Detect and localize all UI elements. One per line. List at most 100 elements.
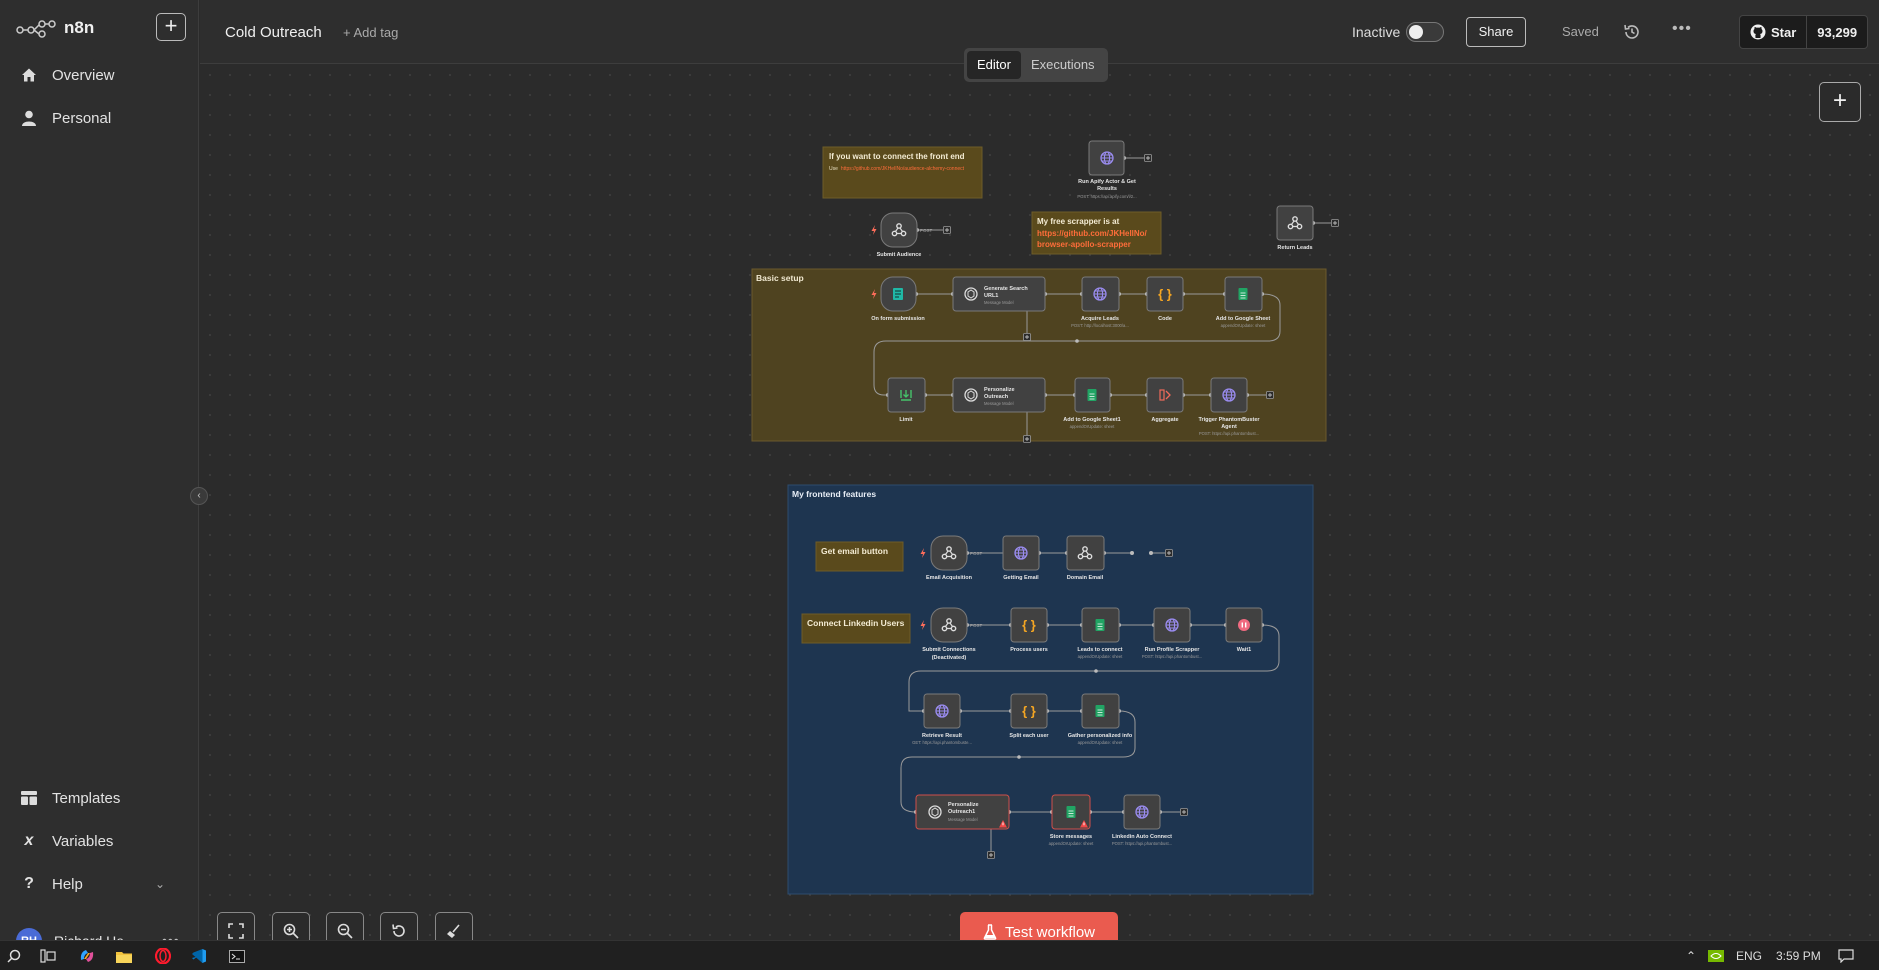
language-indicator[interactable]: ENG xyxy=(1736,949,1762,963)
node-label: Run Profile Scrapper xyxy=(1145,647,1201,653)
github-star-widget[interactable]: Star 93,299 xyxy=(1739,15,1869,49)
sidebar-collapse-button[interactable]: ‹ xyxy=(190,487,208,505)
node-label: Retrieve Result xyxy=(922,733,962,739)
workflow-canvas[interactable]: + { } Basic setup My frontend features xyxy=(200,65,1879,940)
node-return-leads[interactable]: Return Leads xyxy=(1276,205,1314,251)
zoom-out-icon xyxy=(337,923,353,939)
terminal-icon[interactable] xyxy=(227,946,247,966)
history-icon[interactable] xyxy=(1622,22,1642,42)
node-personalize-outreach-1[interactable]: Personalize Outreach1 Message Model xyxy=(915,794,1010,830)
node-label: Return Leads xyxy=(1277,245,1312,251)
node-subtitle: Message Model xyxy=(984,300,1014,305)
vscode-icon[interactable] xyxy=(189,946,209,966)
node-subtitle: POST: https://api.phantombust... xyxy=(1199,431,1259,436)
node-subtitle: appendOrUpdate: sheet xyxy=(1070,424,1116,429)
sidebar-item-label: Variables xyxy=(52,832,114,850)
node-run-apify-actor[interactable]: Run Apify Actor & Get Results POST: http… xyxy=(1077,140,1137,199)
group-title-basic-setup: Basic setup xyxy=(756,273,804,283)
node-label: On form submission xyxy=(871,316,925,322)
node-store-messages[interactable]: Store messages appendOrUpdate: sheet xyxy=(1049,794,1095,846)
sidebar-add-button[interactable]: + xyxy=(156,13,186,41)
brand-name: n8n xyxy=(64,18,95,37)
sidebar-item-label: Help xyxy=(52,875,83,893)
sidebar-item-label: Personal xyxy=(52,109,112,127)
node-generate-search-url[interactable]: Generate Search URL1 Message Model xyxy=(952,276,1046,312)
node-subtitle: Message Model xyxy=(984,401,1014,406)
webhook-method-label: POST xyxy=(970,623,983,628)
active-toggle[interactable] xyxy=(1406,22,1444,42)
node-label: Code xyxy=(1158,316,1172,322)
file-explorer-icon[interactable] xyxy=(114,946,134,966)
node-subtitle: Message Model xyxy=(948,817,978,822)
note-link: https://github.com/JKHeIlNo/ xyxy=(1037,229,1148,238)
node-label: Aggregate xyxy=(1151,417,1178,423)
node-domain-email[interactable]: Domain Email xyxy=(1066,535,1105,581)
github-star-button[interactable]: Star xyxy=(1740,16,1808,48)
zoom-in-icon xyxy=(283,923,299,939)
node-split-each-user[interactable]: Split each user xyxy=(1009,693,1049,739)
note-prefix: Use xyxy=(829,166,838,172)
node-label: Personalize xyxy=(948,802,979,808)
node-label: Add to Google Sheet xyxy=(1216,316,1271,322)
node-subtitle: appendOrUpdate: sheet xyxy=(1078,740,1124,745)
node-subtitle: POST: https://api.apify.com/v2... xyxy=(1077,194,1136,199)
node-personalize-outreach[interactable]: Personalize Outreach Message Model xyxy=(952,377,1046,413)
node-label: Outreach xyxy=(984,394,1009,400)
node-label: Run Apify Actor & Get xyxy=(1078,179,1136,185)
workflow-title[interactable]: Cold Outreach xyxy=(225,24,322,41)
github-star-count: 93,299 xyxy=(1817,24,1858,40)
node-getting-email[interactable]: Getting Email xyxy=(1002,535,1040,581)
node-label: Getting Email xyxy=(1003,575,1039,581)
tab-editor[interactable]: Editor xyxy=(967,51,1021,79)
node-label: Outreach1 xyxy=(948,809,975,815)
sidebar-item-templates[interactable]: Templates xyxy=(20,784,120,812)
brand[interactable]: n8n xyxy=(16,14,94,42)
node-label: Domain Email xyxy=(1067,575,1104,581)
more-options-icon[interactable]: ••• xyxy=(1672,20,1692,38)
tray-chevron-up-icon[interactable]: ⌃ xyxy=(1686,949,1696,963)
github-icon xyxy=(1750,24,1766,40)
clock[interactable]: 3:59 PM xyxy=(1776,949,1821,963)
workflow-graph[interactable]: { } Basic setup My frontend features If … xyxy=(200,65,1879,940)
fit-view-icon xyxy=(228,923,244,939)
opera-icon[interactable] xyxy=(153,946,173,966)
home-icon xyxy=(20,66,38,84)
node-label: Generate Search xyxy=(984,286,1028,292)
sidebar-item-personal[interactable]: Personal xyxy=(20,104,111,132)
sidebar-item-variables[interactable]: x Variables xyxy=(20,827,114,855)
nvidia-icon[interactable] xyxy=(1706,946,1726,966)
task-view-icon[interactable] xyxy=(38,946,58,966)
notifications-icon[interactable] xyxy=(1836,946,1856,966)
node-label: Results xyxy=(1097,186,1117,192)
search-icon[interactable] xyxy=(4,946,24,966)
chevron-down-icon: ⌄ xyxy=(155,877,166,891)
node-leads-to-connect[interactable]: Leads to connect appendOrUpdate: sheet xyxy=(1077,607,1123,659)
sidebar-item-label: Overview xyxy=(52,66,115,84)
broom-icon xyxy=(447,924,460,938)
node-label: Personalize xyxy=(984,387,1015,393)
webhook-method-label: POST xyxy=(920,228,933,233)
copilot-icon[interactable] xyxy=(77,946,97,966)
node-label: Add to Google Sheet1 xyxy=(1063,417,1120,423)
node-label: Process users xyxy=(1010,647,1048,653)
node-process-users[interactable]: Process users xyxy=(1010,607,1048,653)
webhook-method-label: POST xyxy=(970,551,983,556)
note-title: Get email button xyxy=(821,546,888,556)
note-link: https://github.com/JKHeIlNo/audience-alc… xyxy=(841,166,965,172)
github-star-label: Star xyxy=(1771,24,1797,40)
flask-icon xyxy=(983,924,997,940)
n8n-app: n8n + Overview Personal Templates x Vari… xyxy=(0,0,1879,970)
variables-icon: x xyxy=(24,832,34,849)
sidebar-item-overview[interactable]: Overview xyxy=(20,61,115,89)
active-status-label: Inactive xyxy=(1352,24,1401,40)
editor-mode-tabs: Editor Executions xyxy=(964,48,1108,82)
node-label: Wait1 xyxy=(1237,647,1251,653)
node-label: Agent xyxy=(1221,424,1237,430)
node-aggregate[interactable]: Aggregate xyxy=(1146,377,1184,423)
tab-executions[interactable]: Executions xyxy=(1021,51,1105,79)
sidebar-item-help[interactable]: ? Help ⌄ xyxy=(20,870,165,898)
share-button[interactable]: Share xyxy=(1466,17,1526,47)
node-submit-audience[interactable]: Submit Audience xyxy=(871,212,922,258)
node-label: Linkedin Auto Connect xyxy=(1112,834,1172,840)
add-tag-button[interactable]: + Add tag xyxy=(343,25,398,40)
